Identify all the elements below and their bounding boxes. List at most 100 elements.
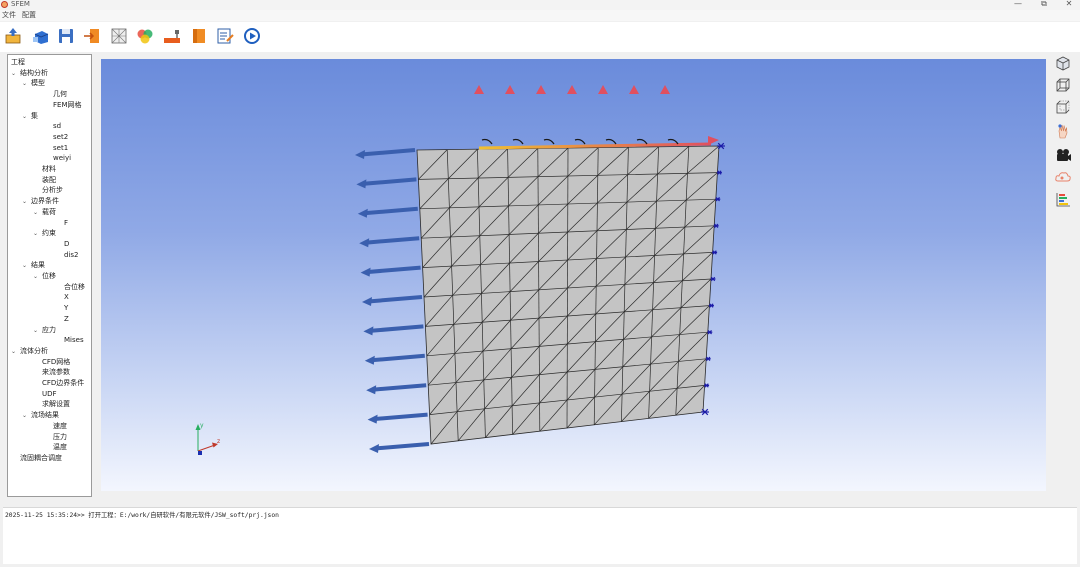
tree-item[interactable]: CFD网格 [42,357,70,368]
restore-button[interactable]: ⧉ [1031,0,1057,9]
tree-item[interactable]: dis2 [64,250,79,261]
load-arrow-shaft [374,442,430,451]
tree-item[interactable]: D [64,239,69,250]
materials-icon[interactable] [135,26,155,46]
close-button[interactable]: ✕ [1056,0,1080,9]
load-arrow [359,236,420,248]
tree-item-label: 约束 [42,229,56,238]
pan-hand-icon[interactable] [1054,122,1072,140]
view-cube-wire-icon[interactable] [1054,76,1072,94]
chevron-down-icon[interactable]: ⌄ [22,112,31,123]
tree-item-label: 压力 [53,432,67,441]
edit-list-icon[interactable] [215,26,235,46]
tree-item[interactable]: 几何 [53,89,67,100]
tree-item-label: F [64,218,69,227]
load-arrow [366,383,427,395]
tree-item[interactable]: ⌄ 载荷 [33,207,56,219]
tree-item-label: Y [64,304,69,313]
menu-file[interactable]: 文件 [2,10,16,21]
tree-item[interactable]: weiyi [53,153,71,164]
tree-item-label: 温度 [53,443,67,452]
tree-item[interactable]: ⌄ 约束 [33,228,56,240]
tree-item-label: 合位移 [64,282,85,291]
tree-item-label: 流体分析 [20,346,48,355]
import-model-icon[interactable] [3,26,23,46]
tree-item[interactable]: ⌄ 位移 [33,271,56,283]
displacement-arrow-head [567,85,577,94]
curved-marker [512,138,524,145]
tree-item[interactable]: CFD边界条件 [42,378,84,389]
tree-item[interactable]: 压力 [53,432,67,443]
chevron-down-icon[interactable]: ⌄ [33,229,42,240]
tree-item[interactable]: ⌄ 集 [22,111,38,123]
constraint-marker [717,142,725,150]
load-arrow-head [357,208,368,218]
app-logo-icon [1,1,8,8]
project-tree[interactable]: 工程 ⌄ 结构分析 ⌄ 模型 几何 FEM网格 ⌄ 集 sd set2 set1 weiyi 材料 装配分… [7,54,92,497]
tree-item-label: CFD边界条件 [42,379,85,387]
axis-triad: y z [195,422,220,455]
tree-item[interactable]: 速度 [53,421,67,432]
chevron-down-icon[interactable]: ⌄ [22,197,31,208]
load-arrow-shaft [365,236,420,245]
curved-marker [543,138,555,145]
tree-item[interactable]: 温度 [53,442,67,453]
tree-item[interactable]: 材料 [42,164,56,175]
tree-item[interactable]: F [64,218,68,229]
load-arrow [356,177,417,189]
load-arrow-shaft [360,148,416,157]
chevron-down-icon[interactable]: ⌄ [33,326,42,337]
tree-root-label: 工程 [11,58,25,66]
tree-item[interactable]: 求解设置 [42,399,70,410]
main-toolbar [0,22,1080,52]
camera-icon[interactable] [1054,146,1072,164]
fem-scene: y z [195,85,725,455]
tree-item-label: 来流参数 [42,368,70,377]
chevron-down-icon[interactable]: ⌄ [22,79,31,90]
tree-item-label: X [64,293,69,302]
chevron-down-icon[interactable]: ⌄ [33,208,42,219]
log-console[interactable]: 2025-11-25 15:35:24>> 打开工程：E:/work/自研软件/… [3,507,1077,564]
tree-item[interactable]: set2 [53,132,68,143]
tree-item[interactable]: X [64,292,69,303]
tree-item[interactable]: 流固耦合调度 [20,453,62,464]
view-cube-solid-icon[interactable] [1054,54,1072,72]
tree-item[interactable]: 来流参数 [42,367,70,378]
vertical-displacement-arrow [505,85,524,146]
tree-item[interactable]: set1 [53,143,68,154]
chevron-down-icon[interactable]: ⌄ [22,261,31,272]
tree-item[interactable]: Mises [64,335,84,346]
tree-item[interactable]: ⌄ 模型 [22,78,45,90]
export-icon[interactable] [82,26,102,46]
tree-item[interactable]: sd [53,121,61,132]
view-cube-hidden-icon[interactable] [1054,98,1072,116]
menu-config[interactable]: 配置 [22,10,36,21]
legend-icon[interactable] [1054,190,1072,208]
cloud-icon[interactable] [1054,168,1072,186]
tree-item-label: 流场结果 [31,411,59,420]
chevron-down-icon[interactable]: ⌄ [11,69,20,80]
load-arrow-head [363,326,374,336]
tree-item[interactable]: Y [64,303,68,314]
run-icon[interactable] [242,26,262,46]
tree-item[interactable]: 合位移 [64,282,85,293]
constraint-marker [710,276,716,282]
chevron-down-icon[interactable]: ⌄ [11,347,20,358]
mesh-icon[interactable] [109,26,129,46]
minimize-button[interactable]: — [1005,0,1031,9]
chevron-down-icon[interactable]: ⌄ [33,272,42,283]
3d-viewport[interactable]: y z [101,59,1046,491]
tree-item[interactable]: UDF [42,389,57,400]
curved-marker [574,138,586,145]
tree-item-label: 装配 [42,175,56,184]
tree-item[interactable]: FEM网格 [53,100,82,111]
tree-item[interactable]: Z [64,314,69,325]
tree-item[interactable]: 装配 [42,175,56,186]
chevron-down-icon[interactable]: ⌄ [22,411,31,422]
open-geometry-icon[interactable] [31,26,51,46]
save-icon[interactable] [56,26,76,46]
sheet-icon[interactable] [189,26,209,46]
tree-item[interactable]: ⌄ 应力 [33,325,56,337]
tree-item[interactable]: 分析步 [42,185,63,196]
tools-icon[interactable] [162,26,182,46]
